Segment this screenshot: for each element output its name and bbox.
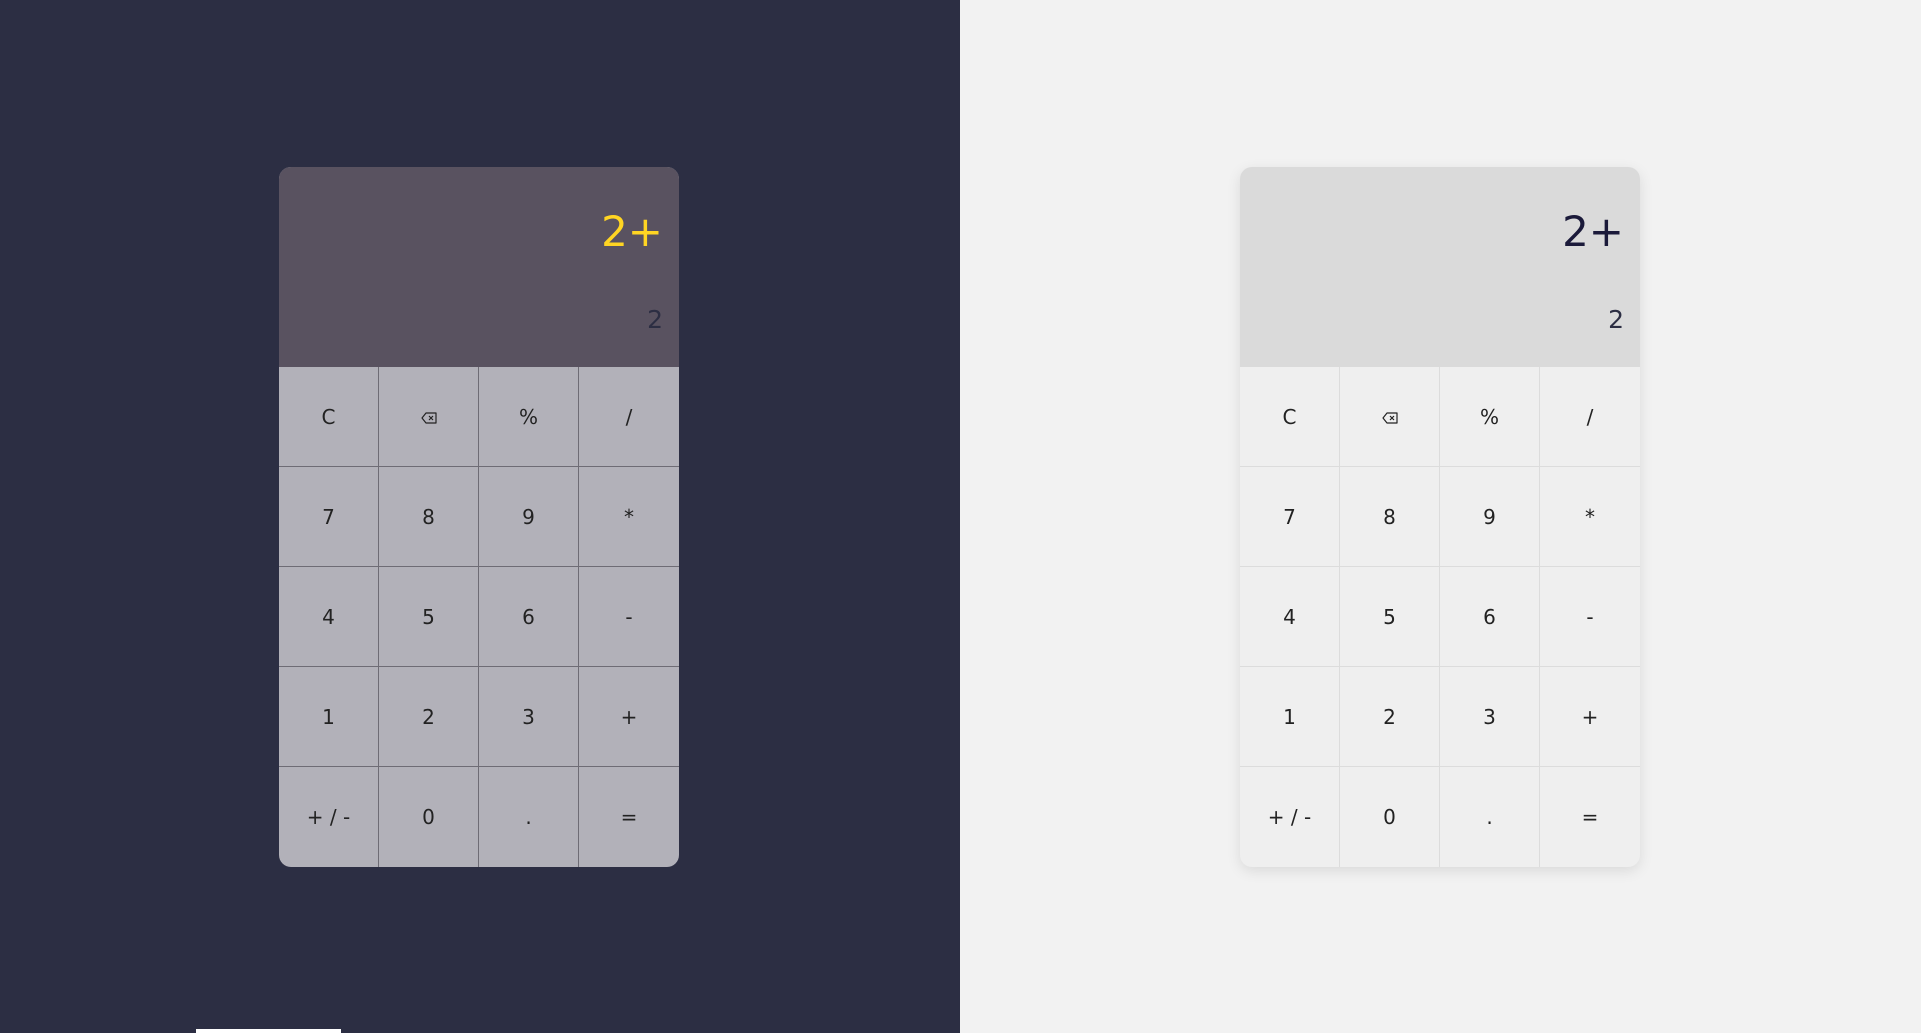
calculator-display: 2+ 2 (279, 167, 679, 367)
digit-3-button[interactable]: 3 (1440, 667, 1540, 767)
light-theme-panel: 2+ 2 C%/7 8 9 * 4 5 6-1 2 3 + + / -0. = (960, 0, 1921, 1033)
digit-1-button[interactable]: 1 (1240, 667, 1340, 767)
digit-4-button[interactable]: 4 (1240, 567, 1340, 667)
digit-2-button[interactable]: 2 (1340, 667, 1440, 767)
subtract-button[interactable]: - (1540, 567, 1640, 667)
backspace-button[interactable] (379, 367, 479, 467)
dark-theme-panel: 2+ 2 C%/7 8 9 * 4 5 6-1 2 3 + + / -0. = (0, 0, 960, 1033)
decimal-button[interactable]: . (479, 767, 579, 867)
keypad: C%/ 7 8 9 * 4 5 6- 1 2 3 + + / -0. = (1240, 367, 1640, 867)
calculator-dark: 2+ 2 C%/7 8 9 * 4 5 6-1 2 3 + + / -0. = (279, 167, 679, 867)
scrollbar-thumb[interactable] (196, 1029, 341, 1033)
add-button[interactable]: + (1540, 667, 1640, 767)
negate-button[interactable]: + / - (279, 767, 379, 867)
digit-5-button[interactable]: 5 (379, 567, 479, 667)
subtract-button[interactable]: - (579, 567, 679, 667)
digit-6-button[interactable]: 6 (479, 567, 579, 667)
keypad: C%/ 7 8 9 * 4 5 6- 1 2 3 + + / -0. = (279, 367, 679, 867)
percent-button[interactable]: % (1440, 367, 1540, 467)
digit-4-button[interactable]: 4 (279, 567, 379, 667)
add-button[interactable]: + (579, 667, 679, 767)
digit-5-button[interactable]: 5 (1340, 567, 1440, 667)
multiply-button[interactable]: * (579, 467, 679, 567)
equals-button[interactable]: = (1540, 767, 1640, 867)
digit-3-button[interactable]: 3 (479, 667, 579, 767)
clear-button[interactable]: C (1240, 367, 1340, 467)
calculator-light: 2+ 2 C%/7 8 9 * 4 5 6-1 2 3 + + / -0. = (1240, 167, 1640, 867)
backspace-icon (1381, 405, 1398, 429)
divide-button[interactable]: / (579, 367, 679, 467)
current-value-display: 2 (1608, 305, 1624, 334)
clear-button[interactable]: C (279, 367, 379, 467)
backspace-button[interactable] (1340, 367, 1440, 467)
digit-9-button[interactable]: 9 (1440, 467, 1540, 567)
calculator-display: 2+ 2 (1240, 167, 1640, 367)
expression-display: 2+ (1562, 207, 1624, 256)
digit-8-button[interactable]: 8 (379, 467, 479, 567)
digit-1-button[interactable]: 1 (279, 667, 379, 767)
current-value-display: 2 (647, 305, 663, 334)
digit-7-button[interactable]: 7 (1240, 467, 1340, 567)
digit-9-button[interactable]: 9 (479, 467, 579, 567)
digit-7-button[interactable]: 7 (279, 467, 379, 567)
multiply-button[interactable]: * (1540, 467, 1640, 567)
digit-0-button[interactable]: 0 (379, 767, 479, 867)
equals-button[interactable]: = (579, 767, 679, 867)
negate-button[interactable]: + / - (1240, 767, 1340, 867)
expression-display: 2+ (601, 207, 663, 256)
digit-2-button[interactable]: 2 (379, 667, 479, 767)
digit-0-button[interactable]: 0 (1340, 767, 1440, 867)
backspace-icon (420, 405, 437, 429)
digit-6-button[interactable]: 6 (1440, 567, 1540, 667)
decimal-button[interactable]: . (1440, 767, 1540, 867)
divide-button[interactable]: / (1540, 367, 1640, 467)
digit-8-button[interactable]: 8 (1340, 467, 1440, 567)
page: 2+ 2 C%/7 8 9 * 4 5 6-1 2 3 + + / -0. = 2+ 2 C%/7 8 9… (0, 0, 1921, 1033)
percent-button[interactable]: % (479, 367, 579, 467)
